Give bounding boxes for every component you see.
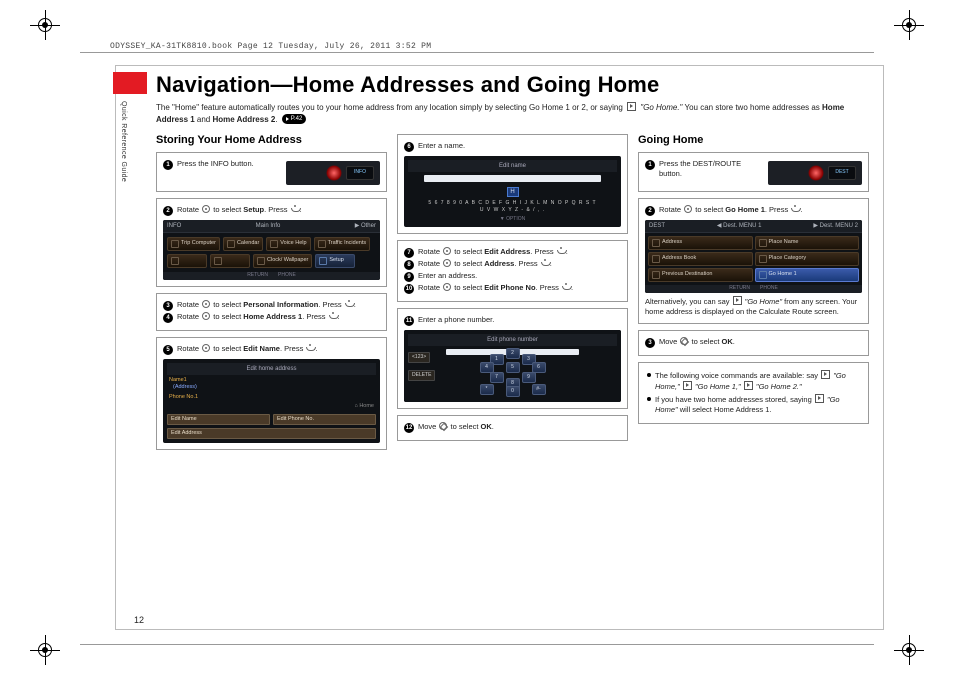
- dest-hw-button: DEST: [828, 166, 856, 180]
- gh-step2-box: 2 Rotate to select Go Home 1. Press . DE…: [638, 198, 869, 324]
- page-ref-badge: P.42: [282, 114, 307, 124]
- side-label: Quick Reference Guide: [113, 101, 127, 182]
- section-tab: [113, 72, 147, 94]
- press-icon: [291, 205, 299, 213]
- info-hw-button: INFO: [346, 166, 374, 180]
- header-metadata: ODYSSEY_KA-31TK8810.book Page 12 Tuesday…: [110, 42, 431, 51]
- page-frame: Quick Reference Guide 12 Navigation—Home…: [115, 65, 884, 630]
- step6-box: 6 Enter a name. Edit name H 5 6 7 8 9 0 …: [397, 134, 628, 234]
- step12-box: 12 Move to select OK.: [397, 415, 628, 441]
- step-num-11: 11: [404, 316, 414, 326]
- step7-10-box: 7 Rotate to select Edit Address. Press .…: [397, 240, 628, 302]
- step-num-1: 1: [163, 160, 173, 170]
- crop-mark-tl: [25, 5, 65, 45]
- step2-box: 2 Rotate to select Setup. Press . INFOMa…: [156, 198, 387, 287]
- highlight-icon: [326, 165, 342, 181]
- crop-mark-tr: [889, 5, 929, 45]
- column-storing: Storing Your Home Address 1 Press the IN…: [156, 134, 387, 617]
- step-num-7: 7: [404, 248, 414, 258]
- step3-4-box: 3 Rotate to select Personal Information.…: [156, 293, 387, 331]
- step-num-3: 3: [163, 301, 173, 311]
- gh-step-num-1: 1: [645, 160, 655, 170]
- step-num-9: 9: [404, 272, 414, 282]
- crop-mark-br: [889, 630, 929, 670]
- step-num-8: 8: [404, 260, 414, 270]
- voice-icon: [627, 102, 636, 111]
- step-num-6: 6: [404, 142, 414, 152]
- step-num-4: 4: [163, 313, 173, 323]
- column-going-home: Going Home 1 Press the DEST/ROUTE button…: [638, 134, 869, 617]
- dialer-screenshot: Edit phone number <123> DELETE 2 1 3 4 6…: [404, 330, 621, 402]
- page-title: Navigation—Home Addresses and Going Home: [156, 72, 869, 98]
- alt-voice-note: Alternatively, you can say "Go Home" fro…: [645, 296, 862, 317]
- gh-step-num-2: 2: [645, 206, 655, 216]
- voice-bullet-2: If you have two home addresses stored, s…: [645, 394, 862, 415]
- intro-paragraph: The "Home" feature automatically routes …: [156, 102, 869, 126]
- dial-icon: [202, 205, 210, 213]
- dest-menu-screenshot: DEST◀ Dest. MENU 1▶ Dest. MENU 2 Address…: [645, 220, 862, 293]
- col3-title: Going Home: [638, 134, 869, 146]
- voice-bullet-1: The following voice commands are availab…: [645, 370, 862, 392]
- edit-home-screenshot: Edit home address Name1 (Address) Phone …: [163, 359, 380, 444]
- dest-button-panel: DEST: [768, 161, 862, 185]
- step1-box: 1 Press the INFO button. INFO: [156, 152, 387, 192]
- move-icon: [439, 422, 447, 430]
- highlight-icon: [808, 165, 824, 181]
- gh-step3-box: 3 Move to select OK.: [638, 330, 869, 356]
- voice-commands-box: The following voice commands are availab…: [638, 362, 869, 425]
- footer-rule: [80, 644, 874, 645]
- step-num-12: 12: [404, 423, 414, 433]
- crop-mark-bl: [25, 630, 65, 670]
- step11-box: 11 Enter a phone number. Edit phone numb…: [397, 308, 628, 409]
- step-num-10: 10: [404, 284, 414, 294]
- header-rule: [80, 52, 874, 53]
- gh-step1-box: 1 Press the DEST/ROUTE button. DEST: [638, 152, 869, 192]
- keyboard-screenshot: Edit name H 5 6 7 8 9 0 A B C D E F G H …: [404, 156, 621, 227]
- gh-step-num-3: 3: [645, 338, 655, 348]
- content-area: Navigation—Home Addresses and Going Home…: [156, 72, 869, 617]
- column-middle: 6 Enter a name. Edit name H 5 6 7 8 9 0 …: [397, 134, 628, 617]
- col1-title: Storing Your Home Address: [156, 134, 387, 146]
- step5-box: 5 Rotate to select Edit Name. Press . Ed…: [156, 337, 387, 451]
- step-num-2: 2: [163, 206, 173, 216]
- voice-icon: [733, 296, 742, 305]
- step-num-5: 5: [163, 345, 173, 355]
- page-number: 12: [134, 615, 144, 625]
- info-menu-screenshot: INFOMain Info▶ Other Trip Computer Calen…: [163, 220, 380, 280]
- info-button-panel: INFO: [286, 161, 380, 185]
